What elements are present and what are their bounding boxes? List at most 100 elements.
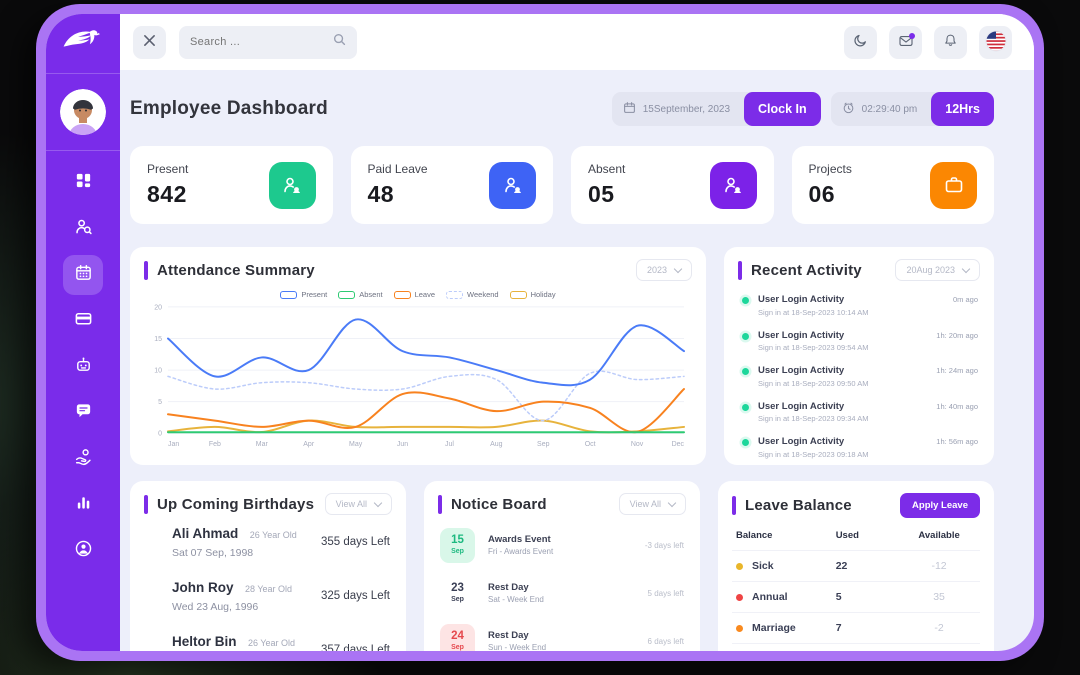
card-title: Attendance Summary xyxy=(157,262,627,279)
notice-board-card: Notice Board View All 15 Sep xyxy=(424,481,700,651)
table-row[interactable]: Marriage 7 -2 xyxy=(732,612,980,643)
birthday-date: Sat 07 Sep, 1998 xyxy=(172,547,297,559)
notice-days-left: 6 days left xyxy=(648,637,684,646)
notice-item[interactable]: 15 Sep Awards Event Fri - Awards Event -… xyxy=(438,521,686,569)
year-select[interactable]: 2023 xyxy=(636,259,692,281)
leave-type-dot xyxy=(736,625,743,632)
stat-label: Paid Leave xyxy=(368,162,428,176)
sidebar-item-payments[interactable] xyxy=(63,301,103,341)
legend-item: Leave xyxy=(394,290,435,299)
view-all-value: View All xyxy=(336,499,367,509)
shift-button[interactable]: 12Hrs xyxy=(931,92,994,126)
year-select-value: 2023 xyxy=(647,265,667,275)
sidebar-item-profile[interactable] xyxy=(63,531,103,571)
accent-bar xyxy=(144,261,148,280)
status-dot xyxy=(742,297,749,304)
chevron-down-icon xyxy=(674,264,682,272)
messages-button[interactable] xyxy=(889,26,922,59)
dark-mode-button[interactable] xyxy=(844,26,877,59)
stat-card-paid-leave: Paid Leave 48 xyxy=(351,146,554,224)
svg-text:Oct: Oct xyxy=(585,441,596,448)
stat-card-projects: Projects 06 xyxy=(792,146,995,224)
sidebar-item-chat[interactable] xyxy=(63,393,103,433)
credit-card-icon xyxy=(74,309,93,333)
calendar-icon xyxy=(623,101,636,117)
stat-value: 05 xyxy=(588,181,625,208)
birthday-date: Wed 23 Aug, 1996 xyxy=(172,601,292,613)
page-title: Employee Dashboard xyxy=(130,98,328,120)
sidebar-item-employees[interactable] xyxy=(63,209,103,249)
close-button[interactable] xyxy=(133,26,166,59)
app-logo[interactable] xyxy=(46,14,120,74)
unread-dot xyxy=(909,33,915,39)
activity-title: User Login Activity xyxy=(758,365,869,376)
activity-list: User Login Activity Sign in at 18-Sep-20… xyxy=(738,288,980,465)
sidebar-item-dashboard[interactable] xyxy=(63,163,103,203)
date-badge: 24 Sep xyxy=(440,624,475,652)
accent-bar xyxy=(438,495,442,514)
dashboard-grid-icon xyxy=(74,171,93,195)
chevron-down-icon xyxy=(374,498,382,506)
activity-subtitle: Sign in at 18-Sep-2023 09:18 AM xyxy=(758,450,869,459)
table-row[interactable]: Hajj 0 40 xyxy=(732,643,980,651)
svg-text:Sep: Sep xyxy=(537,441,550,448)
bar-chart-icon xyxy=(74,493,93,517)
svg-text:20: 20 xyxy=(154,304,162,311)
birthday-item[interactable]: Ali Ahmad 26 Year Old Sat 07 Sep, 1998 3… xyxy=(144,515,392,569)
activity-item[interactable]: User Login Activity Sign in at 18-Sep-20… xyxy=(738,430,980,465)
activity-subtitle: Sign in at 18-Sep-2023 09:50 AM xyxy=(758,379,869,388)
birthday-name: John Roy xyxy=(172,580,234,595)
sidebar-item-attendance[interactable] xyxy=(63,255,103,295)
svg-text:0: 0 xyxy=(158,431,162,438)
language-button[interactable] xyxy=(979,26,1012,59)
search-input[interactable] xyxy=(190,36,333,48)
payroll-hand-icon xyxy=(74,447,93,471)
notice-title: Rest Day xyxy=(488,630,546,641)
activity-item[interactable]: User Login Activity Sign in at 18-Sep-20… xyxy=(738,324,980,360)
user-avatar[interactable] xyxy=(60,89,106,135)
activity-subtitle: Sign in at 18-Sep-2023 09:34 AM xyxy=(758,414,869,423)
stat-value: 842 xyxy=(147,181,188,208)
activity-date-select[interactable]: 20Aug 2023 xyxy=(895,259,980,281)
apply-leave-button[interactable]: Apply Leave xyxy=(900,493,980,518)
svg-text:10: 10 xyxy=(154,368,162,375)
bot-icon xyxy=(74,355,93,379)
activity-item[interactable]: User Login Activity Sign in at 18-Sep-20… xyxy=(738,359,980,395)
activity-title: User Login Activity xyxy=(758,436,869,447)
page-header: Employee Dashboard 15September, 2023 Clo… xyxy=(130,82,994,146)
profile-circle-icon xyxy=(74,539,93,563)
sidebar-item-payroll[interactable] xyxy=(63,439,103,479)
stat-cards: Present 842 Paid xyxy=(130,146,994,224)
birthday-days-left: 325 days Left xyxy=(321,590,390,602)
search-box[interactable] xyxy=(179,26,357,59)
birthday-name: Heltor Bin xyxy=(172,634,237,649)
birthday-item[interactable]: Heltor Bin 26 Year Old Mon 09 Sep, 1998 … xyxy=(144,623,392,651)
sidebar-item-bot[interactable] xyxy=(63,347,103,387)
stat-label: Present xyxy=(147,162,188,176)
time-chip: 02:29:40 pm 12Hrs xyxy=(831,92,994,126)
birthday-list: Ali Ahmad 26 Year Old Sat 07 Sep, 1998 3… xyxy=(144,515,392,651)
birthday-item[interactable]: John Roy 28 Year Old Wed 23 Aug, 1996 32… xyxy=(144,569,392,623)
clock-in-button[interactable]: Clock In xyxy=(744,92,821,126)
notice-item[interactable]: 23 Sep Rest Day Sat - Week End 5 days le… xyxy=(438,569,686,617)
activity-item[interactable]: User Login Activity Sign in at 18-Sep-20… xyxy=(738,395,980,431)
notice-view-all-select[interactable]: View All xyxy=(619,493,686,515)
accent-bar xyxy=(738,261,742,280)
notice-title: Rest Day xyxy=(488,582,544,593)
legend-item: Absent xyxy=(338,290,382,299)
stat-value: 06 xyxy=(809,181,852,208)
birthdays-view-all-select[interactable]: View All xyxy=(325,493,392,515)
table-row[interactable]: Sick 22 -12 xyxy=(732,550,980,581)
table-row[interactable]: Annual 5 35 xyxy=(732,581,980,612)
leave-type-dot xyxy=(736,563,743,570)
activity-date-value: 20Aug 2023 xyxy=(906,265,955,275)
pegasus-logo-icon xyxy=(62,27,104,60)
notice-item[interactable]: 24 Sep Rest Day Sun - Week End 6 days le… xyxy=(438,617,686,651)
accent-bar xyxy=(732,496,736,515)
notifications-button[interactable] xyxy=(934,26,967,59)
activity-item[interactable]: User Login Activity Sign in at 18-Sep-20… xyxy=(738,288,980,324)
clock-controls: 15September, 2023 Clock In 02:29:40 pm xyxy=(612,92,994,126)
chart-legend: PresentAbsentLeaveWeekendHoliday xyxy=(144,290,692,299)
sidebar-item-reports[interactable] xyxy=(63,485,103,525)
svg-text:15: 15 xyxy=(154,336,162,343)
